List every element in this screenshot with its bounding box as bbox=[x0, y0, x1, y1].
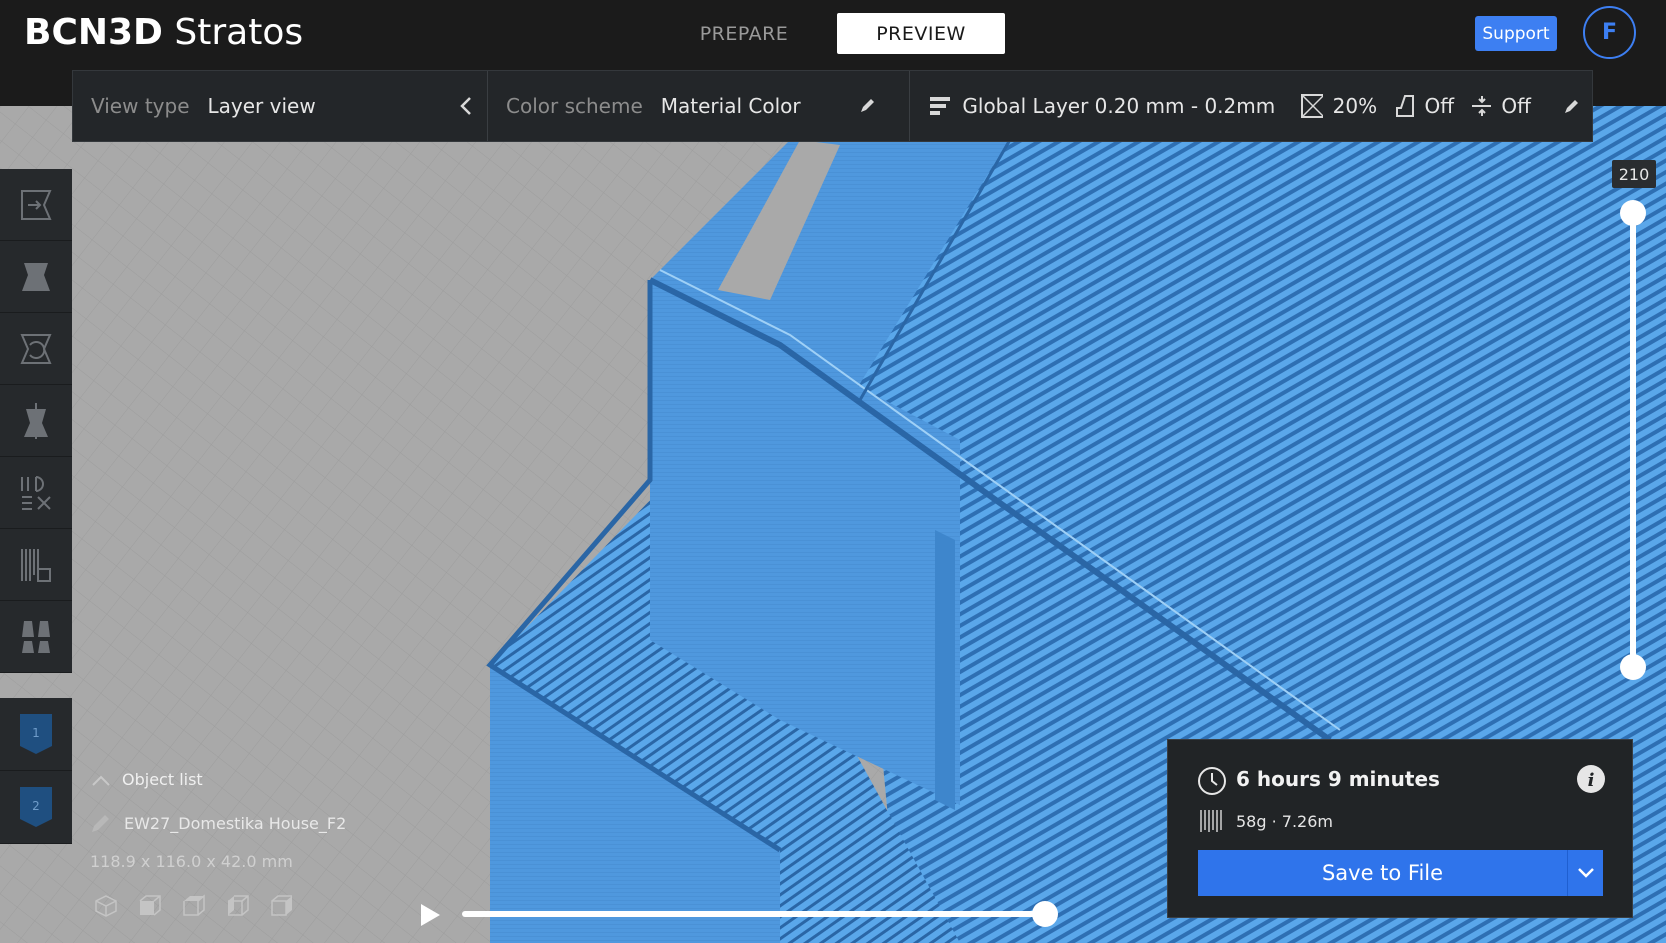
move-icon bbox=[21, 189, 52, 220]
chevron-left-icon bbox=[460, 97, 471, 115]
object-dimensions: 118.9 x 116.0 x 42.0 mm bbox=[90, 852, 293, 871]
layer-slider-top-handle[interactable] bbox=[1620, 200, 1646, 226]
tab-preview[interactable]: PREVIEW bbox=[837, 13, 1005, 54]
edit-color-scheme-icon[interactable] bbox=[859, 96, 877, 114]
info-icon[interactable]: i bbox=[1576, 764, 1606, 794]
play-simulation-button[interactable] bbox=[418, 902, 442, 928]
extruder-2[interactable]: 2 bbox=[0, 771, 72, 844]
view-type-value: Layer view bbox=[207, 94, 316, 118]
color-scheme-selector[interactable]: Color scheme Material Color bbox=[506, 71, 876, 141]
left-toolbar bbox=[0, 169, 72, 673]
profile-name: Global Layer 0.20 mm - 0.2mm bbox=[962, 94, 1276, 118]
move-tool[interactable] bbox=[0, 169, 72, 241]
rotate-tool[interactable] bbox=[0, 313, 72, 385]
print-time: 6 hours 9 minutes bbox=[1236, 767, 1440, 791]
per-model-settings-icon bbox=[21, 475, 51, 510]
infill-icon bbox=[1301, 94, 1323, 118]
print-mode-icon bbox=[22, 620, 50, 653]
mirror-tool[interactable] bbox=[0, 385, 72, 457]
chevron-down-icon bbox=[1577, 868, 1594, 878]
left-view-icon[interactable] bbox=[226, 894, 250, 918]
rotate-icon bbox=[20, 333, 52, 364]
support-blocker-tool[interactable] bbox=[0, 529, 72, 601]
print-settings-summary[interactable]: Global Layer 0.20 mm - 0.2mm 20% Off Off bbox=[929, 71, 1579, 141]
support-blocker-icon bbox=[21, 548, 51, 582]
clock-icon bbox=[1198, 767, 1226, 795]
view-type-label: View type bbox=[91, 94, 190, 118]
chevron-up-icon bbox=[92, 775, 110, 786]
object-list-label: Object list bbox=[122, 770, 203, 789]
top-view-icon[interactable] bbox=[182, 894, 206, 918]
edit-settings-icon[interactable] bbox=[1563, 97, 1579, 115]
print-estimate-panel: 6 hours 9 minutes i 58g · 7.26m Save to … bbox=[1167, 739, 1633, 918]
front-view-icon[interactable] bbox=[138, 894, 162, 918]
filament-spool-icon bbox=[1200, 810, 1222, 832]
right-view-icon[interactable] bbox=[270, 894, 294, 918]
adhesion-value: Off bbox=[1501, 94, 1531, 118]
svg-text:i: i bbox=[1588, 770, 1595, 791]
save-to-file-button[interactable]: Save to File bbox=[1198, 850, 1567, 896]
profile-layers-icon bbox=[930, 97, 951, 115]
object-list-toggle[interactable]: Object list bbox=[90, 770, 203, 789]
support-button[interactable]: Support bbox=[1475, 16, 1557, 51]
simulation-slider-track[interactable] bbox=[462, 911, 1050, 917]
color-scheme-value: Material Color bbox=[660, 94, 801, 118]
layer-slider-track[interactable] bbox=[1630, 208, 1636, 672]
play-icon bbox=[421, 904, 440, 926]
infill-value: 20% bbox=[1332, 94, 1378, 118]
print-mode-tool[interactable] bbox=[0, 601, 72, 673]
tab-prepare[interactable]: PREPARE bbox=[660, 13, 828, 54]
mirror-icon bbox=[24, 402, 48, 439]
user-avatar[interactable]: F bbox=[1583, 6, 1636, 59]
pencil-icon bbox=[92, 815, 109, 832]
support-value: Off bbox=[1424, 94, 1454, 118]
current-layer-label: 210 bbox=[1612, 160, 1656, 188]
extruder-list: 1 2 bbox=[0, 698, 72, 844]
material-usage: 58g · 7.26m bbox=[1236, 812, 1333, 831]
support-structure-icon bbox=[1396, 95, 1415, 117]
scale-icon bbox=[22, 262, 50, 291]
per-model-settings-tool[interactable] bbox=[0, 457, 72, 529]
scale-tool[interactable] bbox=[0, 241, 72, 313]
simulation-slider-handle[interactable] bbox=[1032, 901, 1058, 927]
view-type-selector[interactable]: View type Layer view bbox=[91, 71, 471, 141]
camera-view-buttons bbox=[94, 894, 294, 918]
layer-slider-bottom-handle[interactable] bbox=[1620, 654, 1646, 680]
view-toolbar: View type Layer view Color scheme Materi… bbox=[72, 70, 1593, 142]
extruder-2-number: 2 bbox=[32, 799, 40, 813]
save-options-dropdown[interactable] bbox=[1567, 850, 1603, 896]
app-logo: BCN3D Stratos bbox=[24, 12, 304, 53]
extruder-1[interactable]: 1 bbox=[0, 698, 72, 771]
object-name: EW27_Domestika House_F2 bbox=[124, 813, 347, 833]
object-name-row[interactable]: EW27_Domestika House_F2 bbox=[90, 812, 346, 834]
3d-view-icon[interactable] bbox=[94, 894, 118, 918]
color-scheme-label: Color scheme bbox=[506, 94, 643, 118]
adhesion-icon bbox=[1472, 96, 1492, 116]
extruder-1-number: 1 bbox=[32, 726, 40, 740]
